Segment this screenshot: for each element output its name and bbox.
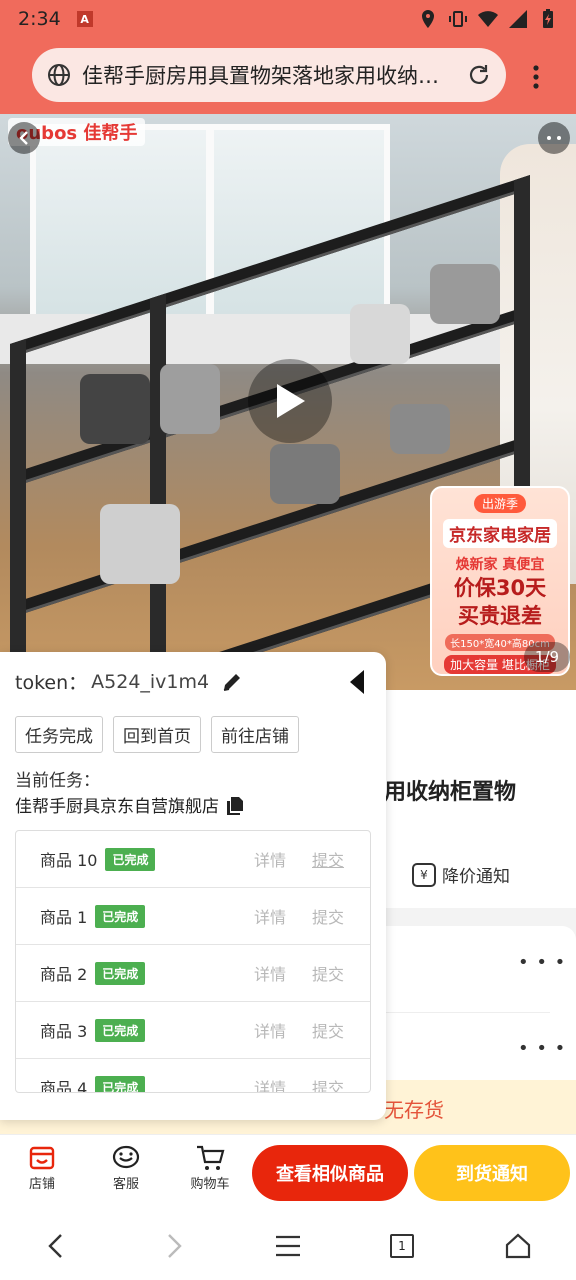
nav-back-button[interactable] — [38, 1228, 74, 1264]
status-time: 2:34 — [18, 8, 61, 30]
chat-icon — [112, 1145, 140, 1169]
task-panel: token： A524_iv1m4 任务完成 回到首页 前往店铺 当前任务： 佳… — [0, 652, 386, 1120]
detail-link[interactable]: 详情 — [254, 1075, 286, 1092]
more-dots-icon — [547, 136, 561, 140]
detail-link[interactable]: 详情 — [254, 1018, 286, 1042]
image-more-button[interactable] — [538, 122, 570, 154]
battery-icon — [538, 9, 558, 29]
status-badge: 已完成 — [95, 1075, 146, 1092]
item-name: 商品 10 — [40, 851, 98, 870]
more-menu-icon[interactable] — [524, 62, 548, 92]
current-task-label: 当前任务： — [15, 771, 100, 791]
token-label: token： — [15, 672, 88, 694]
pencil-icon[interactable] — [221, 671, 243, 693]
wifi-icon — [478, 9, 498, 29]
promo-subtitle: 焕新家 真便宜 — [455, 557, 545, 573]
arrival-notify-button[interactable]: 到货通知 — [414, 1145, 570, 1201]
status-badge: 已完成 — [95, 1018, 146, 1042]
product-title: 用收纳柜置物 — [384, 780, 517, 805]
chevron-left-icon — [48, 1234, 62, 1258]
chevron-left-icon — [19, 131, 28, 145]
detail-link[interactable]: 详情 — [254, 847, 286, 871]
go-store-button[interactable]: 前往店铺 — [211, 716, 299, 753]
reload-icon[interactable] — [466, 62, 492, 88]
promo-title: 京东家电家居 — [443, 519, 557, 548]
back-button[interactable] — [8, 122, 40, 154]
service-button[interactable]: 客服 — [96, 1143, 156, 1192]
home-button[interactable] — [500, 1228, 536, 1264]
panel-actions: 任务完成 回到首页 前往店铺 — [15, 716, 299, 753]
browser-toolbar: 佳帮手厨房用具置物架落地家用收纳柜置物架 — [0, 38, 576, 114]
status-bar: 2:34 A — [0, 0, 576, 38]
store-icon — [29, 1146, 55, 1170]
nav-forward-button[interactable] — [156, 1228, 192, 1264]
app-notification-icon: A — [76, 11, 93, 27]
submit-link[interactable]: 提交 — [312, 1018, 344, 1042]
chevron-right-icon — [168, 1234, 182, 1258]
hamburger-icon — [276, 1235, 300, 1257]
store-button[interactable]: 店铺 — [12, 1143, 72, 1192]
status-badge: 已完成 — [105, 847, 156, 871]
promo-tag: 出游季 — [473, 494, 526, 513]
divider — [384, 1012, 550, 1013]
item-name: 商品 1 — [40, 908, 88, 927]
promo-line-1: 价保30天 — [453, 576, 547, 600]
play-video-button[interactable] — [248, 359, 332, 443]
address-bar[interactable]: 佳帮手厨房用具置物架落地家用收纳柜置物架 — [32, 48, 506, 102]
collapse-panel-icon[interactable] — [346, 668, 366, 696]
detail-link[interactable]: 详情 — [254, 904, 286, 928]
home-icon — [505, 1233, 531, 1259]
bottom-action-bar: 店铺 客服 购物车 查看相似商品 到货通知 — [0, 1134, 576, 1212]
signal-icon — [508, 9, 528, 29]
tabs-button[interactable]: 1 — [384, 1228, 420, 1264]
task-list: 商品 10 已完成 详情 提交 商品 1 已完成 详情 提交 商品 2 已完成 … — [15, 830, 371, 1093]
cart-icon — [197, 1145, 225, 1170]
detail-link[interactable]: 详情 — [254, 961, 286, 985]
service-label: 客服 — [112, 1177, 139, 1192]
token-value: A524_iv1m4 — [91, 670, 210, 693]
item-name: 商品 4 — [40, 1079, 88, 1093]
location-icon — [418, 9, 438, 29]
current-store-name: 佳帮手厨具京东自营旗舰店 — [15, 797, 219, 817]
status-badge: 已完成 — [95, 961, 146, 985]
stock-status-text: 无存货 — [384, 1098, 444, 1122]
list-item: 商品 4 已完成 详情 提交 — [16, 1059, 370, 1093]
price-alert-button[interactable]: ¥ 降价通知 — [412, 862, 510, 887]
submit-link[interactable]: 提交 — [312, 904, 344, 928]
price-alert-label: 降价通知 — [442, 867, 510, 887]
more-dots-icon[interactable]: • • • — [518, 1038, 566, 1059]
page-title: 佳帮手厨房用具置物架落地家用收纳柜置物架 — [82, 64, 452, 88]
vibrate-icon — [448, 9, 468, 29]
cart-button[interactable]: 购物车 — [180, 1143, 240, 1192]
nav-menu-button[interactable] — [270, 1228, 306, 1264]
item-name: 商品 2 — [40, 965, 88, 984]
price-tag-icon: ¥ — [412, 862, 436, 887]
status-badge: 已完成 — [95, 904, 146, 928]
back-home-button[interactable]: 回到首页 — [113, 716, 201, 753]
list-item: 商品 3 已完成 详情 提交 — [16, 1002, 370, 1059]
globe-icon — [48, 64, 70, 86]
promo-line-2: 买贵退差 — [458, 604, 542, 628]
submit-link[interactable]: 提交 — [312, 1075, 344, 1092]
submit-link[interactable]: 提交 — [312, 961, 344, 985]
store-label: 店铺 — [28, 1177, 55, 1192]
browser-nav-bar: 1 — [0, 1212, 576, 1280]
submit-link[interactable]: 提交 — [312, 847, 344, 871]
list-item: 商品 2 已完成 详情 提交 — [16, 945, 370, 1002]
list-item: 商品 10 已完成 详情 提交 — [16, 831, 370, 888]
item-name: 商品 3 — [40, 1022, 88, 1041]
copy-icon[interactable] — [225, 795, 245, 815]
image-pager: 1/9 — [524, 642, 570, 672]
current-store: 佳帮手厨具京东自营旗舰店 — [15, 792, 245, 817]
product-image[interactable]: oubos 佳帮手 出游季 京东家电家居 焕新家 真便宜 价保30天 买贵退差 … — [0, 114, 576, 690]
more-dots-icon[interactable]: • • • — [518, 952, 566, 973]
list-item: 商品 1 已完成 详情 提交 — [16, 888, 370, 945]
task-complete-button[interactable]: 任务完成 — [15, 716, 103, 753]
token-row: token： A524_iv1m4 — [15, 668, 243, 695]
tab-count: 1 — [390, 1234, 414, 1258]
view-similar-button[interactable]: 查看相似商品 — [252, 1145, 408, 1201]
play-icon — [277, 384, 305, 418]
cart-label: 购物车 — [190, 1177, 230, 1192]
